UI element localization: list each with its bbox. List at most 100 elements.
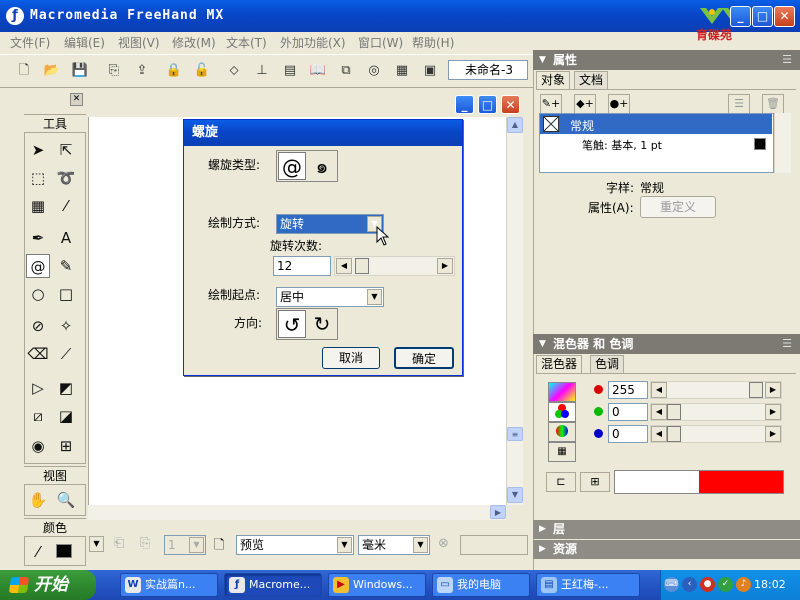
- doc-close-button[interactable]: ✕: [501, 95, 520, 114]
- view-mode-select[interactable]: 预览 ▼: [236, 535, 354, 555]
- chevron-down-icon[interactable]: ▼: [337, 537, 352, 553]
- layers-header[interactable]: ▶ 层: [533, 520, 800, 539]
- unlock-icon[interactable]: 🔓: [192, 61, 212, 81]
- properties-header[interactable]: ▼ 属性 ☰: [533, 50, 800, 70]
- green-slider-thumb[interactable]: [667, 404, 681, 420]
- connector-tool-icon[interactable]: ⊞: [54, 434, 78, 458]
- skew-tool-icon[interactable]: ▷: [26, 376, 50, 400]
- slider-right-icon[interactable]: ▶: [765, 426, 781, 442]
- antivirus-icon[interactable]: ●: [700, 577, 715, 592]
- scroll-thumb[interactable]: ≡: [507, 427, 523, 441]
- tab-mixer[interactable]: 混色器: [536, 355, 583, 373]
- add-to-swatches-icon[interactable]: ⊏: [546, 472, 576, 492]
- perspective-tool-icon[interactable]: ◪: [54, 404, 78, 428]
- rotations-input[interactable]: 12: [273, 256, 331, 276]
- zoom-tool-icon[interactable]: 🔍: [54, 488, 78, 512]
- scroll-up-icon[interactable]: ▲: [507, 117, 523, 133]
- task-item-word[interactable]: W 实战篇n...: [120, 573, 218, 597]
- green-input[interactable]: 0: [608, 403, 648, 421]
- eyedropper-tool-icon[interactable]: ⁄: [54, 194, 78, 218]
- blue-slider[interactable]: ◀ ▶: [650, 425, 782, 443]
- spiral-tool-icon[interactable]: @: [26, 254, 50, 278]
- chevron-down-icon[interactable]: ▼: [89, 536, 104, 552]
- doc-vertical-scrollbar[interactable]: ▲ ≡ ▼: [506, 117, 523, 505]
- tray-expand-icon[interactable]: ‹: [682, 577, 697, 592]
- redefine-button[interactable]: 重定义: [640, 196, 716, 218]
- panel-options-icon[interactable]: ☰: [782, 50, 792, 70]
- pointer-tool-icon[interactable]: ➤: [26, 138, 50, 162]
- layers-toolbar-icon[interactable]: ▤: [280, 61, 300, 81]
- draw-from-select[interactable]: 居中 ▼: [276, 287, 384, 307]
- page-tool-icon[interactable]: ⬚: [26, 166, 50, 190]
- stroke-swatch[interactable]: [754, 138, 766, 150]
- tab-tints[interactable]: 色调: [590, 355, 625, 373]
- slider-left-icon[interactable]: ◀: [651, 404, 667, 420]
- knife-tool-icon[interactable]: ⟋: [54, 342, 78, 366]
- ok-button[interactable]: 确定: [394, 347, 454, 369]
- doc-maximize-button[interactable]: □: [478, 95, 497, 114]
- envelope-tool-icon[interactable]: ⧄: [26, 404, 50, 428]
- expanding-spiral-icon[interactable]: @: [278, 152, 306, 180]
- task-item-windows[interactable]: ▶ Windows...: [328, 573, 426, 597]
- scroll-right-icon[interactable]: ▶: [490, 505, 506, 519]
- clockwise-spiral-icon[interactable]: ↻: [308, 310, 336, 338]
- menu-file[interactable]: 文件(F): [10, 34, 50, 51]
- save-icon[interactable]: 💾: [70, 61, 90, 81]
- red-input[interactable]: 255: [608, 381, 648, 399]
- slider-left-icon[interactable]: ◀: [336, 258, 352, 274]
- add-fill-icon[interactable]: ◆+: [574, 94, 596, 114]
- hls-mode-icon[interactable]: [548, 422, 576, 442]
- pen-tool-icon[interactable]: ✒: [26, 226, 50, 250]
- doc-minimize-button[interactable]: _: [455, 95, 474, 114]
- subselect-tool-icon[interactable]: ⇱: [54, 138, 78, 162]
- swatch-grid-icon[interactable]: ⊞: [580, 472, 610, 492]
- rectangle-tool-icon[interactable]: □: [54, 282, 78, 306]
- tools-close-icon[interactable]: ✕: [70, 93, 83, 106]
- library-icon[interactable]: 📖: [308, 61, 328, 81]
- rotations-slider-thumb[interactable]: [355, 258, 369, 274]
- lock-icon[interactable]: 🔒: [164, 61, 184, 81]
- menu-edit[interactable]: 编辑(E): [64, 34, 105, 51]
- add-page-icon[interactable]: 🗋: [214, 536, 224, 558]
- statusbar-dropdown[interactable]: ▼: [88, 535, 104, 555]
- freeform-tool-icon[interactable]: ⊘: [26, 314, 50, 338]
- halftone-icon[interactable]: ▣: [420, 61, 440, 81]
- rotations-slider[interactable]: ◀ ▶: [334, 256, 455, 276]
- green-slider[interactable]: ◀ ▶: [650, 403, 782, 421]
- menu-xtras[interactable]: 外加功能(X): [280, 34, 346, 51]
- mixer-header[interactable]: ▼ 混色器 和 色调 ☰: [533, 334, 800, 354]
- slider-right-icon[interactable]: ▶: [765, 404, 781, 420]
- rgb-mode-icon[interactable]: [548, 402, 576, 422]
- menu-text[interactable]: 文本(T): [226, 34, 267, 51]
- object-stroke-row[interactable]: 笔触: 基本, 1 pt: [582, 137, 662, 153]
- scale-tool-icon[interactable]: ✧: [54, 314, 78, 338]
- units-select[interactable]: 毫米 ▼: [358, 535, 430, 555]
- pencil-tool-icon[interactable]: ✎: [54, 254, 78, 278]
- document-selector[interactable]: 未命名-3: [448, 60, 528, 80]
- doc-horizontal-scrollbar[interactable]: ▶: [88, 505, 506, 520]
- menu-modify[interactable]: 修改(M): [172, 34, 216, 51]
- cancel-render-icon[interactable]: ⊗: [438, 536, 449, 551]
- slider-right-icon[interactable]: ▶: [437, 258, 453, 274]
- library-header[interactable]: ▶ 资源: [533, 540, 800, 559]
- scroll-down-icon[interactable]: ▼: [507, 487, 523, 503]
- swatches-icon[interactable]: ▦: [392, 61, 412, 81]
- eraser-tool-icon[interactable]: ⌫: [26, 342, 50, 366]
- page-select[interactable]: 1 ▼: [164, 535, 206, 555]
- chevron-down-icon[interactable]: ▼: [189, 537, 204, 553]
- draw-by-select[interactable]: 旋转 ▼: [276, 214, 384, 234]
- red-slider-thumb[interactable]: [749, 382, 763, 398]
- tab-object[interactable]: 对象: [536, 71, 571, 89]
- menu-view[interactable]: 视图(V): [118, 34, 160, 51]
- cmyk-mode-icon[interactable]: [548, 382, 576, 402]
- close-button[interactable]: ✕: [774, 6, 795, 27]
- menu-help[interactable]: 帮助(H): [412, 34, 454, 51]
- trace-tool-icon[interactable]: ▦: [26, 194, 50, 218]
- task-item-chat[interactable]: ▤ 王红梅-...: [536, 573, 640, 597]
- extrude-tool-icon[interactable]: ◩: [54, 376, 78, 400]
- hand-tool-icon[interactable]: ✋: [26, 488, 50, 512]
- ellipse-tool-icon[interactable]: ○: [26, 282, 50, 306]
- red-slider[interactable]: ◀ ▶: [650, 381, 782, 399]
- add-effect-icon[interactable]: ●+: [608, 94, 630, 114]
- menu-window[interactable]: 窗口(W): [358, 34, 403, 51]
